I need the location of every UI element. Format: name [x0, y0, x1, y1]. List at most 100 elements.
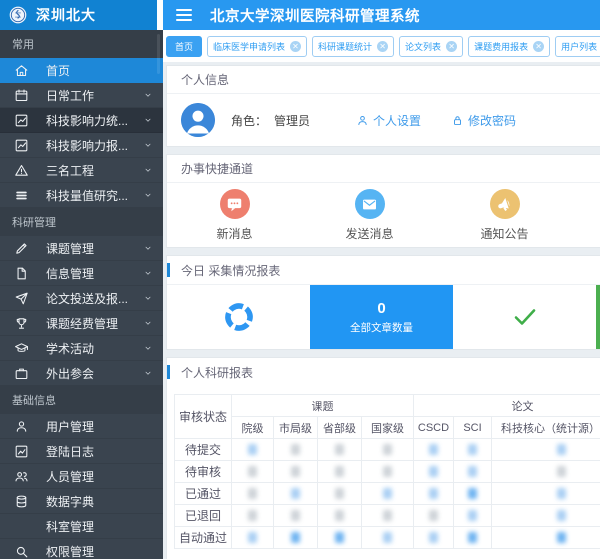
sidebar-item[interactable]: 论文投送及报... — [0, 286, 163, 311]
report-value-cell[interactable] — [318, 461, 362, 483]
report-value-cell[interactable] — [232, 483, 274, 505]
tab-close-icon[interactable]: ✕ — [446, 41, 457, 52]
tab-close-icon[interactable]: ✕ — [290, 41, 301, 52]
quick-channel-mail[interactable]: 发送消息 — [302, 189, 437, 247]
report-value-cell[interactable] — [274, 461, 318, 483]
report-value-cell[interactable] — [232, 505, 274, 527]
sidebar-item[interactable]: 三名工程 — [0, 158, 163, 183]
blurred-value — [383, 510, 392, 521]
report-value-cell[interactable] — [362, 439, 414, 461]
report-value-cell[interactable] — [454, 483, 492, 505]
report-value-cell[interactable] — [454, 439, 492, 461]
quick-channels-card: 办事快捷通道 新消息发送消息 通知公告 — [166, 154, 600, 248]
quick-channel-megaphone[interactable]: 通知公告 — [437, 189, 572, 247]
sidebar-item[interactable]: 课题管理 — [0, 236, 163, 261]
table-corner-header: 审核状态 — [175, 395, 232, 439]
report-value-cell[interactable] — [318, 483, 362, 505]
report-value-cell[interactable] — [318, 527, 362, 549]
report-value-cell[interactable] — [362, 461, 414, 483]
sidebar-item[interactable]: 科室管理 — [0, 514, 163, 539]
report-value-cell[interactable] — [454, 527, 492, 549]
blurred-value — [557, 532, 566, 543]
report-value-cell[interactable] — [362, 527, 414, 549]
role-value: 管理员 — [274, 114, 310, 128]
report-value-cell[interactable] — [454, 461, 492, 483]
tab-close-icon[interactable]: ✕ — [533, 41, 544, 52]
report-value-cell[interactable] — [318, 505, 362, 527]
change-password-link[interactable]: 修改密码 — [451, 112, 516, 129]
report-value-cell[interactable] — [414, 527, 454, 549]
sidebar-item[interactable]: 科技量值研究... — [0, 183, 163, 208]
sidebar-item-label: 信息管理 — [46, 265, 143, 282]
blurred-value — [429, 488, 438, 499]
report-value-cell[interactable] — [362, 483, 414, 505]
today-report-card: 今日 采集情况报表 0 全部文章数量 — [166, 255, 600, 350]
avatar — [181, 103, 215, 137]
sidebar-item[interactable]: 科技影响力统... — [0, 108, 163, 133]
blurred-value — [335, 466, 344, 477]
hospital-logo-icon — [8, 5, 28, 25]
sidebar-item-label: 科技量值研究... — [46, 187, 143, 204]
sidebar-scrollbar[interactable] — [157, 34, 160, 74]
sidebar-item[interactable]: 登陆日志 — [0, 439, 163, 464]
logo-text: 深圳北大 — [36, 5, 96, 25]
report-value-cell[interactable] — [274, 483, 318, 505]
chevron-icon — [143, 243, 153, 253]
report-value-cell[interactable] — [492, 439, 600, 461]
tab[interactable]: 用户列表✕ — [555, 36, 600, 57]
report-value-cell[interactable] — [454, 505, 492, 527]
blurred-value — [429, 466, 438, 477]
report-value-cell[interactable] — [232, 461, 274, 483]
sidebar-section-label: 常用 — [0, 30, 163, 58]
sidebar-item[interactable]: 权限管理 — [0, 539, 163, 559]
report-value-cell[interactable] — [414, 439, 454, 461]
sidebar-item[interactable]: 人员管理 — [0, 464, 163, 489]
blurred-value — [468, 532, 477, 543]
quick-channel-label: 发送消息 — [345, 225, 393, 242]
tab[interactable]: 首页 — [166, 36, 202, 57]
report-value-cell[interactable] — [492, 527, 600, 549]
report-value-cell[interactable] — [362, 505, 414, 527]
sidebar-item-label: 用户管理 — [46, 418, 153, 435]
report-value-cell[interactable] — [492, 461, 600, 483]
tab[interactable]: 临床医学申请列表✕ — [207, 36, 307, 57]
quick-channel-chat[interactable]: 新消息 — [167, 189, 302, 247]
table-row: 已通过 — [175, 483, 600, 505]
report-value-cell[interactable] — [318, 439, 362, 461]
report-value-cell[interactable] — [232, 439, 274, 461]
report-value-cell[interactable] — [492, 483, 600, 505]
menu-toggle-icon[interactable] — [176, 9, 192, 21]
quick-channels-title: 办事快捷通道 — [167, 155, 600, 183]
green-stat-segment — [596, 285, 600, 349]
blurred-value — [429, 532, 438, 543]
sidebar-item[interactable]: 用户管理 — [0, 414, 163, 439]
today-report-stats: 0 全部文章数量 — [167, 284, 600, 349]
report-value-cell[interactable] — [414, 483, 454, 505]
report-value-cell[interactable] — [414, 505, 454, 527]
personal-settings-link[interactable]: 个人设置 — [356, 112, 421, 129]
sidebar-item[interactable]: 外出参会 — [0, 361, 163, 386]
gradcap-icon — [14, 341, 29, 356]
sidebar-item[interactable]: 科技影响力报... — [0, 133, 163, 158]
article-count-stat[interactable]: 0 全部文章数量 — [310, 285, 453, 349]
tab-close-icon[interactable]: ✕ — [377, 41, 388, 52]
sidebar-item[interactable]: 数据字典 — [0, 489, 163, 514]
report-value-cell[interactable] — [274, 527, 318, 549]
chevron-icon — [143, 343, 153, 353]
report-value-cell[interactable] — [274, 505, 318, 527]
tab[interactable]: 论文列表 ✕ — [399, 36, 463, 57]
trophy-icon — [14, 316, 29, 331]
sidebar-item[interactable]: 课题经费管理 — [0, 311, 163, 336]
tab-label: 论文列表 — [405, 40, 441, 53]
table-row: 已退回 — [175, 505, 600, 527]
tab[interactable]: 科研课题统计✕ — [312, 36, 394, 57]
sidebar-item[interactable]: 信息管理 — [0, 261, 163, 286]
report-value-cell[interactable] — [274, 439, 318, 461]
sidebar-item[interactable]: 日常工作 — [0, 83, 163, 108]
report-value-cell[interactable] — [492, 505, 600, 527]
sidebar-item[interactable]: 首页 — [0, 58, 163, 83]
report-value-cell[interactable] — [414, 461, 454, 483]
report-value-cell[interactable] — [232, 527, 274, 549]
tab[interactable]: 课题费用报表✕ — [468, 36, 550, 57]
sidebar-item[interactable]: 学术活动 — [0, 336, 163, 361]
